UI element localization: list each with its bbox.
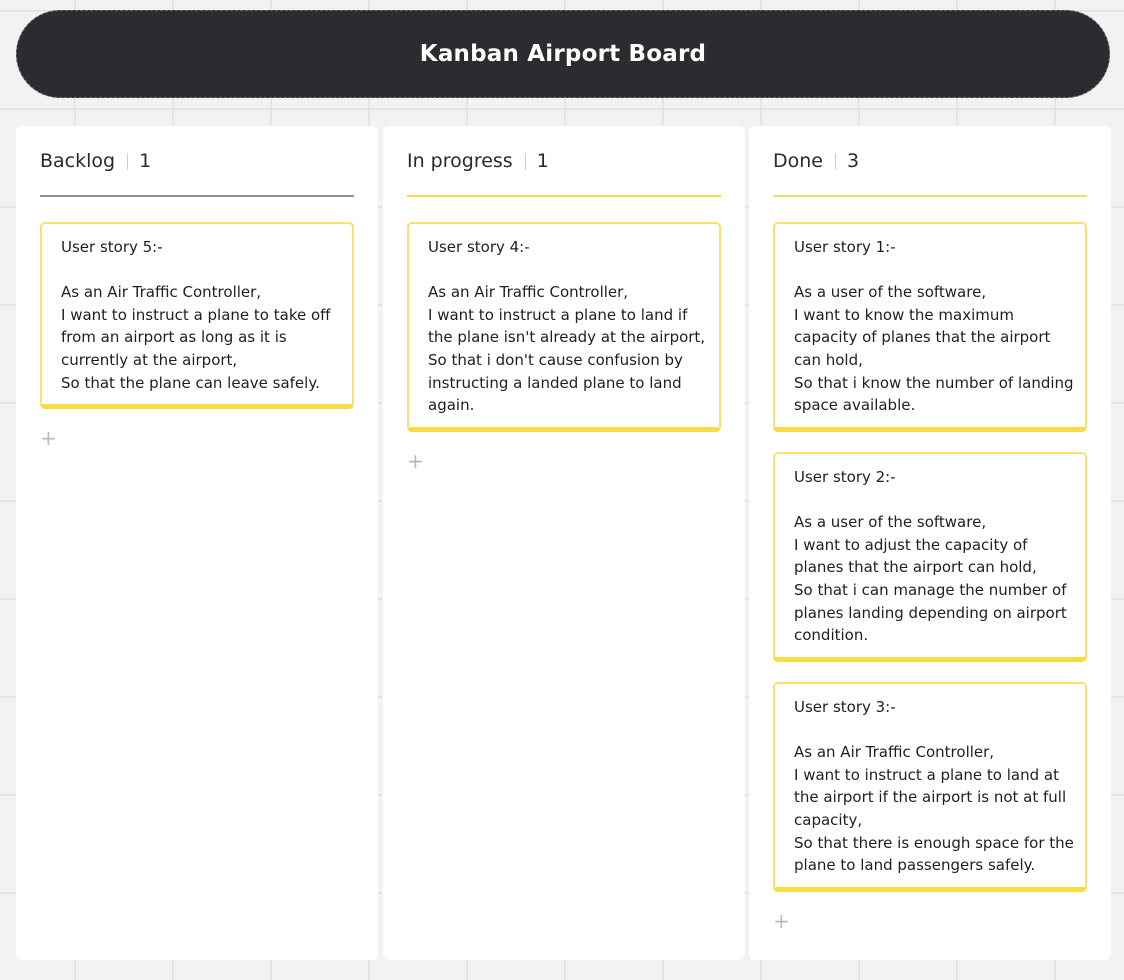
card-text-line: I want to instruct a plane to take off: [61, 305, 331, 324]
column-card-count: 1: [536, 150, 549, 172]
board-header: Kanban Airport Board: [16, 10, 1110, 98]
card-text-line: currently at the airport,: [61, 350, 238, 369]
card-title: User story 4:-: [428, 238, 530, 256]
card-text-line: instructing a landed plane to land: [428, 373, 682, 392]
column-header-separator: [127, 152, 129, 170]
card-text-line: condition.: [794, 626, 869, 645]
column-backlog: Backlog 1 User story 5:- As an Air Traff…: [16, 126, 378, 960]
column-card-count: 3: [847, 150, 860, 172]
card-user-story-5[interactable]: User story 5:- As an Air Traffic Control…: [40, 222, 354, 410]
column-header-separator: [835, 152, 836, 170]
column-in-progress: In progress 1 User story 4:- As an Air T…: [383, 126, 745, 960]
card-text-line: planes that the airport can hold,: [794, 558, 1037, 577]
card-text-line: As a user of the software,: [794, 513, 987, 532]
card-title: User story 3:-: [794, 698, 896, 716]
card-user-story-3[interactable]: User story 3:- As an Air Traffic Control…: [773, 682, 1087, 892]
card-user-story-1[interactable]: User story 1:- As a user of the software…: [773, 222, 1087, 432]
card-user-story-4[interactable]: User story 4:- As an Air Traffic Control…: [407, 222, 721, 432]
column-card-count: 1: [139, 150, 152, 172]
card-text-line: plane to land passengers safely.: [794, 856, 1036, 875]
column-header[interactable]: Done 3: [773, 148, 1087, 174]
card-title: User story 2:-: [794, 468, 896, 486]
card-text-line: the plane isn't already at the airport,: [428, 328, 706, 347]
board-title: Kanban Airport Board: [419, 41, 707, 67]
card-text-line: I want to know the maximum: [794, 305, 1015, 324]
card-text-line: So that there is enough space for the: [794, 833, 1074, 852]
card-text-line: from an airport as long as it is: [61, 328, 287, 347]
card-title: User story 5:-: [61, 238, 163, 256]
card-text-line: again.: [428, 396, 475, 415]
card-text-line: As an Air Traffic Controller,: [794, 743, 995, 762]
column-color-line: [407, 195, 721, 197]
card-text-line: capacity,: [794, 810, 863, 829]
card-user-story-2[interactable]: User story 2:- As a user of the software…: [773, 452, 1087, 662]
column-done: Done 3 User story 1:- As a user of the s…: [749, 126, 1111, 960]
card-text-line: the airport if the airport is not at ful…: [794, 788, 1067, 807]
card-text-line: planes landing depending on airport: [794, 603, 1067, 622]
column-header[interactable]: Backlog 1: [40, 148, 354, 174]
column-color-line: [773, 195, 1087, 197]
card-text-line: As an Air Traffic Controller,: [61, 283, 262, 302]
card-text-line: I want to instruct a plane to land at: [794, 765, 1059, 784]
card-text-line: I want to instruct a plane to land if: [428, 305, 688, 324]
card-text-line: As a user of the software,: [794, 283, 987, 302]
card-text-line: I want to adjust the capacity of: [794, 535, 1028, 554]
add-card-plus-icon[interactable]: +: [40, 428, 57, 448]
card-text-line: space available.: [794, 396, 916, 415]
card-text-line: So that i know the number of landing: [794, 373, 1074, 392]
card-title: User story 1:-: [794, 238, 896, 256]
card-text-line: can hold,: [794, 350, 863, 369]
add-card-plus-icon[interactable]: +: [407, 451, 424, 471]
add-card-plus-icon[interactable]: +: [773, 911, 790, 931]
card-text-line: So that i can manage the number of: [794, 580, 1067, 599]
column-header-separator: [524, 152, 526, 170]
column-title: Backlog: [40, 150, 116, 172]
card-text-line: capacity of planes that the airport: [794, 328, 1051, 347]
card-text-line: As an Air Traffic Controller,: [428, 283, 629, 302]
card-text-line: So that the plane can leave safely.: [61, 373, 320, 392]
column-title: Done: [773, 150, 823, 172]
column-header[interactable]: In progress 1: [407, 148, 721, 174]
column-color-line: [40, 195, 354, 197]
card-text-line: So that i don't cause confusion by: [428, 350, 683, 369]
column-title: In progress: [407, 150, 513, 172]
